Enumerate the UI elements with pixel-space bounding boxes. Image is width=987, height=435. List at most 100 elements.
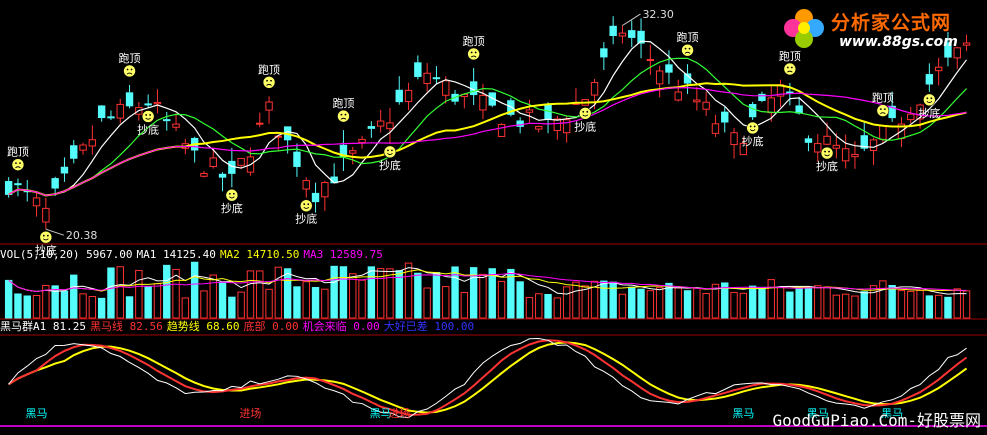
signal-label: 跑顶 [463, 34, 485, 48]
volume-bar [460, 291, 469, 319]
candle-body [609, 25, 617, 36]
volume-bar [190, 261, 199, 319]
signal-label: 抄底 [137, 122, 159, 136]
candle-body [265, 101, 273, 111]
candle-body [14, 183, 22, 186]
top-signal-icon [11, 158, 25, 171]
volume-bar [23, 295, 31, 319]
volume-bar [525, 297, 534, 319]
signal-label: 跑顶 [872, 91, 894, 105]
candle-body [32, 197, 41, 207]
volume-bar [4, 279, 13, 319]
black-horse-group-line [8, 337, 967, 419]
volume-bar [256, 270, 264, 319]
candle-body [814, 143, 822, 153]
candle-body [153, 101, 162, 105]
candle-body [125, 92, 134, 107]
volume-bar [135, 269, 143, 319]
volume-bar [879, 280, 887, 319]
signal-label: 抄底 [742, 134, 764, 148]
candle-body [479, 94, 487, 111]
volume-bar [795, 285, 803, 319]
black-horse-line [8, 339, 968, 416]
candle-body [423, 72, 431, 84]
candle-body [200, 172, 208, 177]
candle-body [218, 173, 227, 178]
volume-bar [70, 274, 78, 319]
candle-body [311, 192, 320, 203]
volume-bar [414, 272, 422, 319]
volume-bar [358, 279, 366, 319]
volume-bar [79, 293, 87, 319]
candle-body [70, 145, 78, 159]
volume-bar [423, 287, 431, 319]
volume-bar [497, 280, 506, 319]
volume-bar [609, 281, 617, 319]
volume-bar [628, 286, 636, 319]
candle-body [442, 80, 450, 96]
trend-line [8, 341, 968, 414]
volume-bar [442, 286, 450, 319]
candle-body [646, 59, 655, 62]
volume-bar [107, 267, 115, 319]
volume-bar [330, 265, 338, 319]
candle-body [432, 77, 441, 80]
volume-bar [767, 279, 775, 319]
bottom-signal-icon [225, 188, 239, 202]
candle-body [841, 148, 850, 162]
volume-bar [832, 294, 841, 319]
stock-chart[interactable]: 32.3020.38跑顶抄底跑顶抄底抄底跑顶抄底跑顶抄底跑顶抄底跑顶抄底跑顶抄底… [0, 0, 987, 435]
bottom-signal-icon [141, 110, 155, 123]
candle-body [414, 62, 422, 77]
candle-body [767, 97, 775, 114]
volume-panel [4, 261, 971, 319]
candle-body [934, 66, 943, 72]
volume-bar [814, 285, 822, 319]
indicator-annotation: 黑马 [26, 407, 48, 420]
volume-bar [237, 291, 245, 319]
volume-bar [758, 286, 766, 319]
candle-body [79, 144, 87, 151]
candle-body [209, 157, 217, 168]
flower-logo-icon [784, 9, 824, 48]
volume-bar [600, 280, 608, 319]
indicator-info-bar: 黑马群A1 81.25 黑马线 82.56 趋势线 68.60 底部 0.00 机会来临… [0, 320, 478, 334]
candle-body [256, 122, 264, 125]
signal-label: 抄底 [574, 119, 596, 133]
volume-bar [321, 288, 329, 319]
volume-bar [897, 290, 906, 319]
info-item: VOL(5,10,20) 5967.00 [0, 248, 133, 261]
signal-label: 跑顶 [7, 145, 29, 159]
candle-body [711, 123, 720, 134]
bottom-signal-icon [746, 121, 759, 135]
candle-body [51, 178, 59, 189]
volume-bar [97, 297, 106, 319]
info-item: 底部 0.00 [243, 320, 299, 333]
candle-body [674, 91, 682, 101]
volume-bar [432, 271, 441, 319]
indicator-annotation: 黑马 [732, 407, 754, 420]
volume-bar [851, 295, 859, 319]
volume-bar [730, 291, 738, 319]
volume-bar [367, 266, 376, 319]
signal-label: 跑顶 [332, 96, 354, 110]
candle-body [535, 125, 543, 130]
candle-body [907, 113, 915, 121]
candle-body [42, 207, 50, 223]
volume-bar [618, 293, 627, 319]
volume-bar [88, 296, 97, 319]
volume-bar [925, 295, 934, 319]
volume-bar [860, 291, 868, 319]
candle-body [144, 103, 152, 106]
volume-bar [888, 285, 896, 319]
volume-bar [163, 264, 171, 319]
top-signal-icon [876, 104, 890, 117]
candle-body [88, 139, 97, 147]
volume-bar [804, 286, 813, 319]
volume-bar [283, 268, 292, 319]
volume-bar [200, 290, 208, 319]
volume-bar [637, 288, 645, 319]
info-item: 趋势线 68.60 [166, 320, 240, 333]
top-signal-icon [783, 62, 797, 76]
candle-body [879, 125, 887, 140]
